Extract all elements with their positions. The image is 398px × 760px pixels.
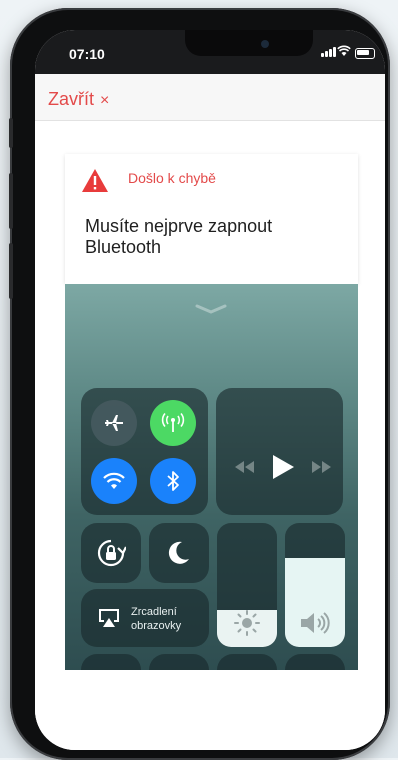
brightness-slider[interactable] <box>217 523 277 647</box>
error-card: Došlo k chybě Musíte nejprve zapnout Blu… <box>65 154 358 284</box>
play-icon[interactable] <box>271 454 295 480</box>
screen-mirroring-label-line1: Zrcadlení <box>131 606 177 618</box>
notch <box>185 30 313 56</box>
bluetooth-icon <box>167 471 179 491</box>
volume-slider[interactable] <box>285 523 345 647</box>
wifi-button[interactable] <box>91 458 137 504</box>
phone-side-button <box>9 118 13 148</box>
phone-volume-up <box>9 173 13 229</box>
airplane-mode-button[interactable] <box>91 400 137 446</box>
close-button[interactable]: Zavřít × <box>48 89 109 110</box>
rewind-icon[interactable] <box>233 460 255 474</box>
control-center-screenshot: Zrcadlení obrazovky <box>65 284 358 670</box>
airplane-icon <box>105 415 123 431</box>
screen-mirroring-label-line2: obrazovky <box>131 620 182 632</box>
front-camera <box>261 40 269 48</box>
speaker-icon <box>301 612 330 634</box>
orientation-lock-icon <box>97 539 126 567</box>
battery-icon <box>355 48 375 59</box>
error-title: Došlo k chybě <box>128 170 216 186</box>
control-tile-calculator[interactable] <box>217 654 277 670</box>
bluetooth-button[interactable] <box>150 458 196 504</box>
warning-icon <box>82 169 108 192</box>
connectivity-tile[interactable] <box>81 388 208 515</box>
phone-volume-down <box>9 243 13 299</box>
do-not-disturb-button[interactable] <box>149 523 209 583</box>
phone-frame: 07:10 Zavřít × Došlo k chybě Musíte nejp… <box>9 8 390 760</box>
sun-icon <box>234 610 260 636</box>
cellular-data-icon <box>161 412 185 432</box>
control-tile-timer[interactable] <box>149 654 209 670</box>
control-tile-camera[interactable] <box>285 654 345 670</box>
screen-mirroring-button[interactable]: Zrcadlení obrazovky <box>81 589 209 647</box>
status-time: 07:10 <box>69 46 105 62</box>
wifi-status-icon <box>337 45 351 56</box>
phone-screen: 07:10 Zavřít × Došlo k chybě Musíte nejp… <box>35 30 385 750</box>
screen-mirroring-label: Zrcadlení obrazovky <box>131 605 181 633</box>
close-label: Zavřít <box>48 89 95 109</box>
moon-icon <box>168 541 189 564</box>
chevron-down-icon <box>195 304 227 314</box>
cellular-data-button[interactable] <box>150 400 196 446</box>
orientation-lock-button[interactable] <box>81 523 141 583</box>
content-area: Došlo k chybě Musíte nejprve zapnout Blu… <box>35 121 385 750</box>
close-icon: × <box>100 92 110 109</box>
media-tile[interactable] <box>216 388 343 515</box>
status-bar: 07:10 <box>35 30 385 74</box>
wifi-icon <box>103 472 125 489</box>
media-controls <box>233 454 333 480</box>
cellular-signal-icon <box>321 47 336 57</box>
top-bar: Zavřít × <box>35 74 385 121</box>
airplay-icon <box>99 609 119 627</box>
control-tile-flashlight[interactable] <box>81 654 141 670</box>
error-message: Musíte nejprve zapnout Bluetooth <box>85 216 273 257</box>
fast-forward-icon[interactable] <box>311 460 333 474</box>
